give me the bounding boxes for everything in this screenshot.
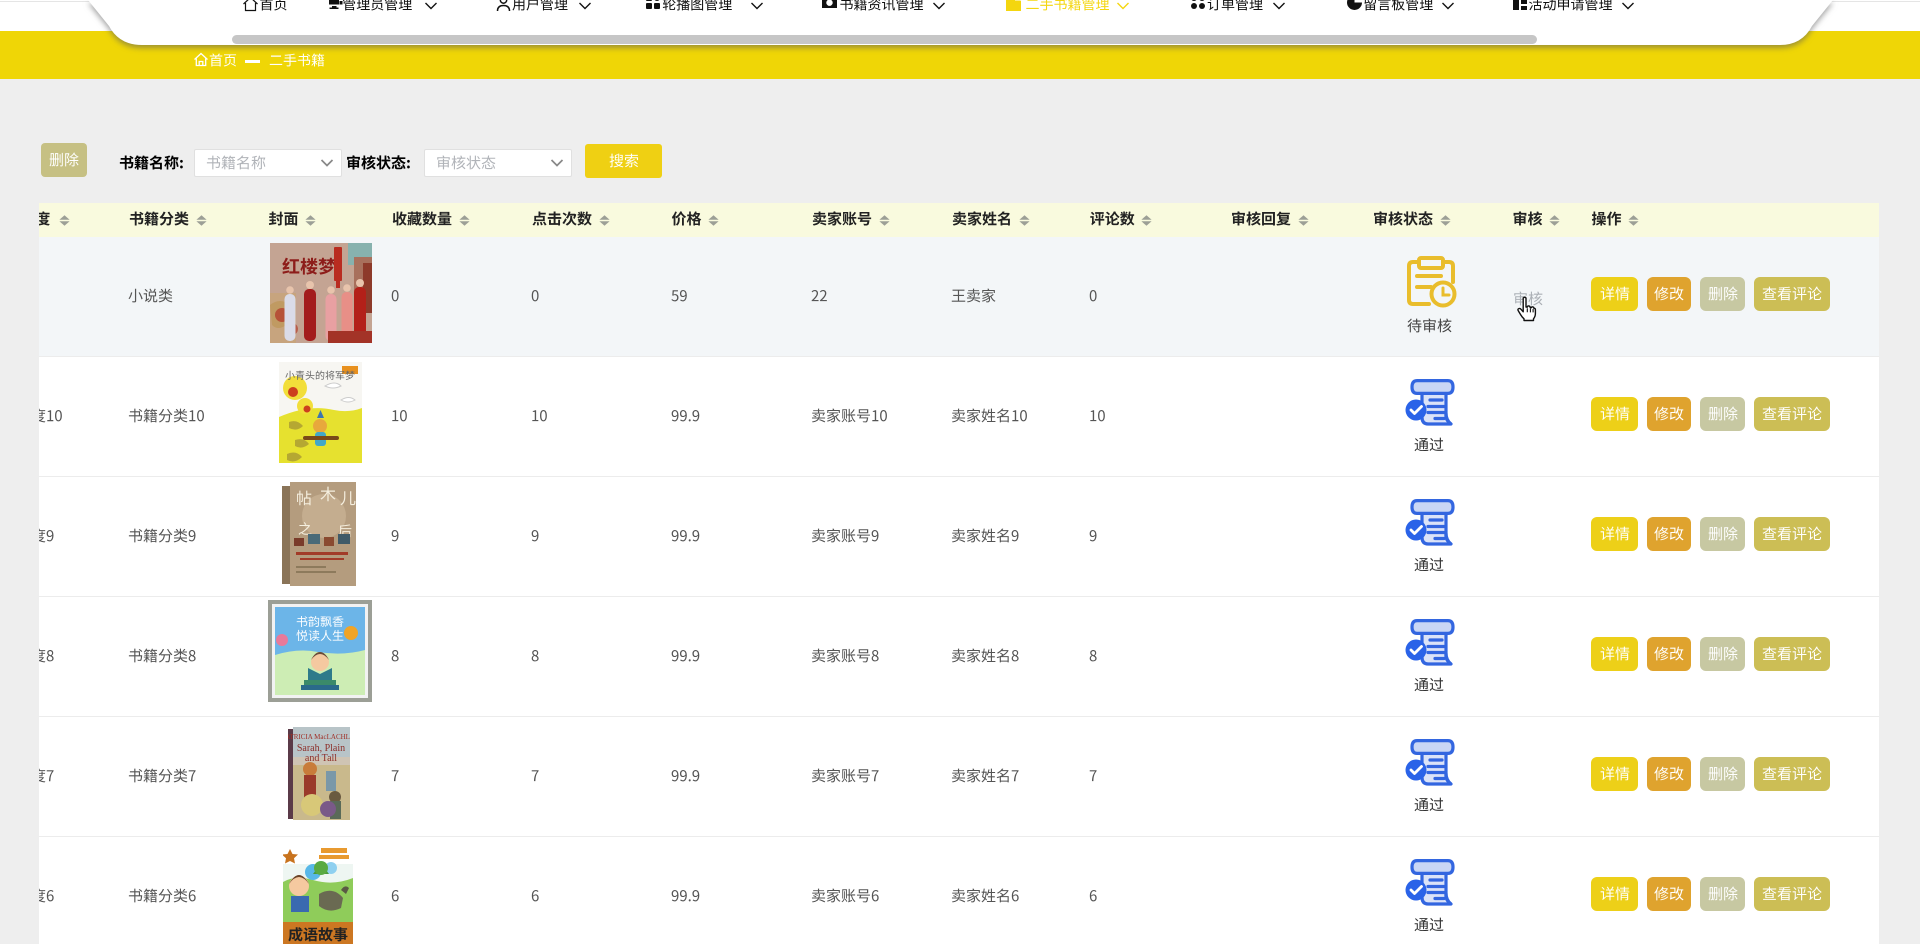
svg-text:PATRICIA MacLACHLAN: PATRICIA MacLACHLAN	[288, 733, 350, 741]
